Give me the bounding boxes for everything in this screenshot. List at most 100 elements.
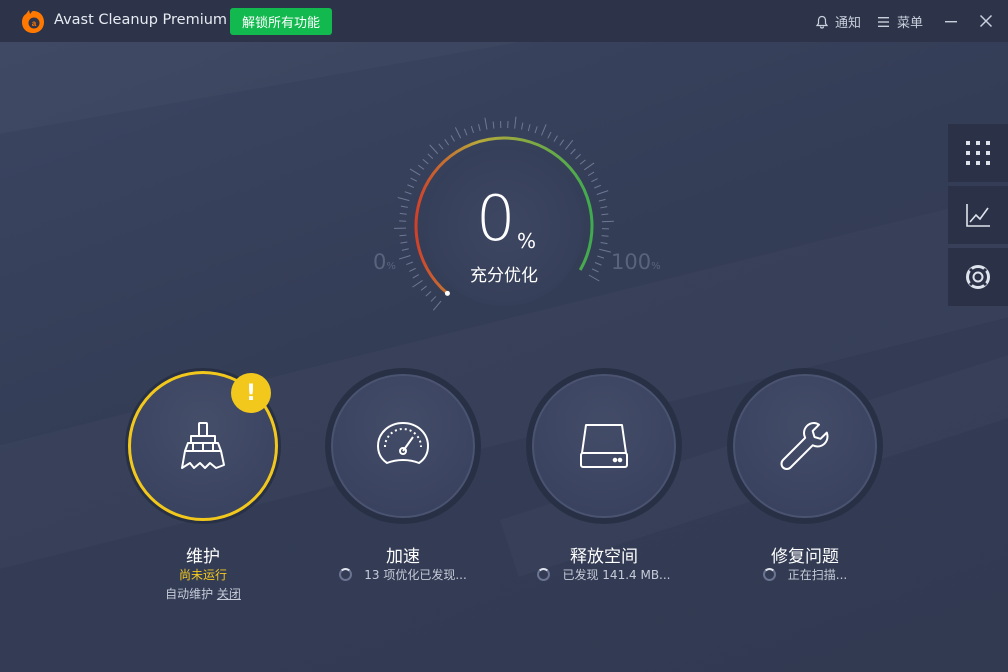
gauge-tick [547, 131, 552, 139]
gauge-tick [541, 124, 547, 136]
feature-fix-problems-title: 修复问题 [771, 547, 839, 567]
gauge-tick [534, 126, 538, 134]
broom-icon [181, 422, 225, 469]
close-button[interactable] [975, 10, 997, 32]
gauge-tick [598, 198, 606, 202]
feature-free-space-status: 已发现 141.4 MB... [526, 566, 682, 583]
gauge-max-label: 100% [611, 250, 661, 274]
gauge-tick [409, 267, 416, 272]
gauge-tick [418, 164, 425, 170]
auto-maintenance-toggle-link[interactable]: 关闭 [217, 587, 241, 601]
gauge-tick [601, 220, 614, 223]
gauge-tick [398, 254, 411, 260]
gauge-tick [575, 153, 581, 160]
minimize-button[interactable] [940, 10, 962, 32]
gauge-tick [591, 268, 599, 273]
gauge-tick [599, 248, 611, 253]
gauge-tick [594, 262, 602, 266]
gauge-tick [410, 177, 418, 182]
avast-logo-icon: a [22, 10, 44, 33]
gauge-tick [588, 274, 600, 282]
gauge-min-label: 0% [373, 250, 396, 274]
gauge-tick [412, 274, 420, 279]
warning-badge: ! [231, 373, 271, 413]
gauge-tick [601, 213, 609, 216]
gauge-tick [463, 128, 468, 136]
side-button-statistics[interactable] [948, 186, 1008, 244]
speed-up-button[interactable] [331, 374, 475, 518]
hard-drive-icon [580, 424, 628, 468]
close-icon [979, 14, 993, 28]
gauge-tick [427, 153, 434, 159]
gauge-tick [399, 212, 407, 215]
gauge-tick [454, 127, 462, 139]
feature-speed-up-title: 加速 [386, 547, 420, 567]
gauge-tick [583, 162, 595, 171]
gauge-tick [409, 168, 421, 176]
gauge-tick [492, 121, 495, 129]
gauge-tick [521, 122, 524, 130]
gauge-tick [527, 124, 531, 132]
hamburger-icon [878, 16, 889, 27]
gauge-tick [587, 171, 595, 177]
app-window: a Avast Cleanup Premium 解锁所有功能 通知 菜单 0 %… [0, 0, 1008, 672]
gauge-tick [422, 159, 429, 165]
side-button-apps[interactable] [948, 124, 1008, 182]
gauge-tick [407, 184, 415, 188]
gauge-tick [564, 139, 574, 150]
gauge-tick [400, 205, 408, 208]
gauge-tick [430, 296, 437, 302]
gauge-tick [438, 143, 444, 150]
gauge-tick [601, 235, 609, 237]
chart-icon [966, 204, 990, 227]
side-button-help[interactable] [948, 248, 1008, 306]
svg-text:a: a [32, 19, 37, 28]
app-title: Avast Cleanup Premium [54, 12, 228, 28]
minimize-icon [945, 21, 957, 23]
loading-spinner-icon [762, 568, 776, 581]
grid-icon [966, 141, 990, 165]
notifications-label: 通知 [835, 16, 862, 31]
fix-problems-button[interactable] [733, 374, 877, 518]
gauge-tick [579, 159, 586, 165]
feature-free-space-title: 释放空间 [570, 547, 638, 567]
feature-fix-problems-status: 正在扫描... [727, 566, 883, 583]
bell-icon [815, 15, 829, 29]
gauge-tick [470, 126, 474, 134]
gauge-tick [429, 144, 439, 155]
notifications-button[interactable]: 通知 [815, 12, 861, 31]
auto-maintenance-label: 自动维护 [165, 587, 214, 601]
gauge-tick [450, 135, 455, 142]
gauge-tick [594, 184, 601, 189]
gauge-tick [412, 280, 423, 288]
gauge-tick [420, 285, 427, 291]
gauge-pointer-dot [444, 290, 450, 296]
title-bar: a Avast Cleanup Premium 解锁所有功能 通知 菜单 [0, 0, 1008, 42]
menu-button[interactable]: 菜单 [878, 12, 923, 31]
gauge-tick [397, 197, 410, 202]
gauge-tick [600, 206, 608, 209]
feature-maintenance-title: 维护 [186, 547, 220, 567]
gauge-tick [400, 241, 408, 244]
lifebuoy-icon [966, 265, 990, 289]
gauge-tick [596, 190, 609, 195]
gauge-tick [478, 124, 481, 132]
gauge-tick [404, 191, 412, 195]
gauge-tick [399, 234, 407, 237]
gauge-tick [591, 178, 598, 183]
feature-speed-up-status: 13 项优化已发现... [325, 566, 481, 583]
gauge-tick [425, 291, 432, 297]
wrench-icon [780, 422, 829, 470]
loading-spinner-icon [339, 568, 353, 581]
gauge-unit: % [517, 229, 537, 253]
gauge-tick [553, 135, 558, 142]
feature-maintenance-autorun: 自动维护 关闭 [125, 585, 281, 602]
gauge-tick [406, 261, 414, 266]
gauge-tick [570, 148, 576, 155]
gauge-tick [514, 116, 517, 129]
free-space-button[interactable] [532, 374, 676, 518]
gauge-value: 0 [476, 182, 515, 255]
gauge-caption: 充分优化 [470, 266, 538, 286]
gauge-tick [559, 139, 565, 146]
unlock-all-features-button[interactable]: 解锁所有功能 [230, 8, 332, 35]
